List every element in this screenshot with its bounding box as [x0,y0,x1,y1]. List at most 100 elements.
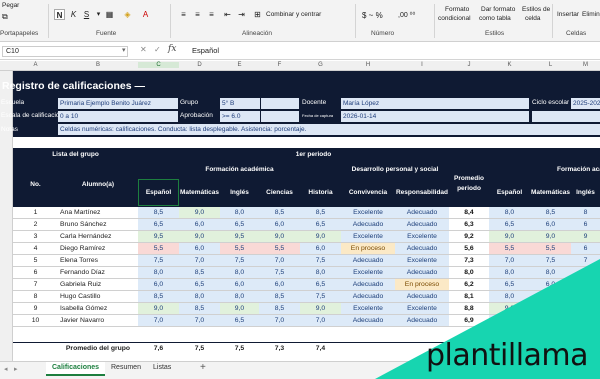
grade-cell[interactable]: 8,0 [220,291,259,303]
fecha-field[interactable]: 2026-01-14 [341,111,529,122]
convivencia-cell[interactable]: Adecuado [341,219,395,231]
conditional-format-label-2[interactable]: condicional [438,15,471,22]
tab-calificaciones[interactable]: Calificaciones [46,362,106,376]
tab-listas[interactable]: Listas [153,364,171,371]
grade-cell[interactable]: 7,0 [259,315,300,327]
subject2-header-ingles[interactable]: Inglés [571,189,600,196]
student-name[interactable]: Javier Navarro [58,315,138,327]
responsabilidad-cell[interactable]: En proceso [395,279,449,291]
format-table-label-2[interactable]: como tabla [479,15,511,22]
ciclo-field[interactable]: 2025-202 [571,98,600,109]
cancel-icon[interactable]: ✕ [140,45,147,54]
grupo-field[interactable]: 5° B [220,98,260,109]
grade-cell-period2[interactable]: 7,5 [530,255,571,267]
responsabilidad-cell[interactable]: Adecuado [395,219,449,231]
col-header-f[interactable]: F [259,62,300,68]
conditional-format-label[interactable]: Formato [445,6,469,13]
convivencia-cell[interactable]: En proceso [341,243,395,255]
borders-icon[interactable]: ▦ [104,9,115,20]
col-header-k[interactable]: K [489,62,530,68]
grade-cell-period2[interactable]: 8 [571,207,600,219]
function-icon[interactable]: fx [168,44,176,54]
grade-cell[interactable]: 8,0 [300,267,341,279]
currency-icon[interactable]: $ ~ % [362,11,383,20]
grade-cell[interactable]: 6,0 [259,279,300,291]
pegar-label[interactable]: Pegar [2,2,19,9]
font-color-icon[interactable]: A [140,9,151,20]
grade-cell-period2[interactable]: 8,5 [530,207,571,219]
grade-cell[interactable]: 7,0 [300,315,341,327]
grupo-field-extra[interactable] [261,98,299,109]
underline-button[interactable]: S [81,9,92,20]
grade-cell-period2[interactable]: 9,0 [530,231,571,243]
col-header-i[interactable]: I [395,62,449,68]
grade-cell[interactable]: 6,0 [138,279,179,291]
responsabilidad-cell[interactable]: Adecuado [395,291,449,303]
student-name[interactable]: Bruno Sánchez [58,219,138,231]
convivencia-cell[interactable]: Excelente [341,267,395,279]
responsabilidad-header[interactable]: Responsabilidad [395,189,449,196]
grade-cell[interactable]: 8,5 [138,291,179,303]
tab-scroll-right-icon[interactable]: ▸ [14,365,18,373]
ciclo-field-extra[interactable] [532,111,600,122]
bold-button[interactable]: N [54,9,65,20]
student-name[interactable]: Ana Martínez [58,207,138,219]
grade-cell[interactable]: 6,0 [179,219,220,231]
grade-cell[interactable]: 7,5 [259,267,300,279]
grade-cell-period2[interactable]: 5,5 [489,243,530,255]
responsabilidad-cell[interactable]: Adecuado [395,315,449,327]
delete-button[interactable]: Elimin [582,11,600,18]
grade-cell[interactable]: 7,5 [300,291,341,303]
convivencia-cell[interactable]: Excelente [341,231,395,243]
grade-cell[interactable]: 5,5 [220,243,259,255]
align-right-icon[interactable]: ≡ [206,9,217,20]
grade-cell[interactable]: 7,5 [138,255,179,267]
grade-cell[interactable]: 9,0 [300,303,341,315]
grade-cell[interactable]: 8,0 [138,267,179,279]
responsabilidad-cell[interactable]: Adecuado [395,267,449,279]
subject-header-matematicas[interactable]: Matemáticas [179,189,220,196]
grade-cell[interactable]: 8,5 [179,267,220,279]
grade-cell[interactable]: 6,0 [220,279,259,291]
grade-cell[interactable]: 7,5 [300,255,341,267]
grade-cell[interactable]: 9,0 [179,231,220,243]
grade-cell-period2[interactable]: 7,0 [489,255,530,267]
grade-cell[interactable]: 7,0 [138,315,179,327]
col-header-h[interactable]: H [341,62,395,68]
grade-cell[interactable]: 8,5 [259,303,300,315]
grade-cell-period2[interactable]: 6,5 [489,279,530,291]
grade-cell-period2[interactable]: 9,0 [489,231,530,243]
grade-cell[interactable]: 8,5 [138,207,179,219]
grade-cell[interactable]: 6,0 [259,219,300,231]
grade-cell[interactable]: 8,5 [259,207,300,219]
col-header-d[interactable]: D [179,62,220,68]
tab-scroll-left-icon[interactable]: ◂ [4,365,8,373]
grade-cell-period2[interactable]: 8,0 [530,267,571,279]
subject2-header-matematicas[interactable]: Matemáticas [530,189,571,196]
aprobacion-field[interactable]: >= 6.0 [220,111,260,122]
grade-cell[interactable]: 9,5 [220,231,259,243]
convivencia-cell[interactable]: Adecuado [341,291,395,303]
responsabilidad-cell[interactable]: Excelente [395,303,449,315]
grade-cell[interactable]: 9,0 [259,231,300,243]
student-name[interactable]: Hugo Castillo [58,291,138,303]
cell-styles-label-2[interactable]: celda [525,15,541,22]
grade-cell-period2[interactable]: 6,0 [530,219,571,231]
grade-cell[interactable]: 9,0 [138,303,179,315]
notas-field[interactable]: Celdas numéricas: calificaciones. Conduc… [58,124,600,135]
grade-cell-period2[interactable]: 8,0 [489,267,530,279]
grade-cell[interactable]: 6,5 [179,279,220,291]
grade-cell[interactable]: 8,0 [220,267,259,279]
confirm-icon[interactable]: ✓ [154,45,161,54]
escala-field[interactable]: 0 a 10 [58,111,178,122]
responsabilidad-cell[interactable]: Adecuado [395,243,449,255]
student-name[interactable]: Fernando Díaz [58,267,138,279]
col-header-b[interactable]: B [58,62,138,68]
grade-cell[interactable]: 9,0 [220,303,259,315]
col-header-e[interactable]: E [220,62,259,68]
merge-center-button[interactable]: Combinar y centrar [266,11,321,18]
formula-input[interactable]: Español [192,46,219,55]
grade-cell[interactable]: 7,5 [220,255,259,267]
grade-cell[interactable]: 7,0 [179,255,220,267]
cell-styles-label[interactable]: Estilos de [522,6,550,13]
